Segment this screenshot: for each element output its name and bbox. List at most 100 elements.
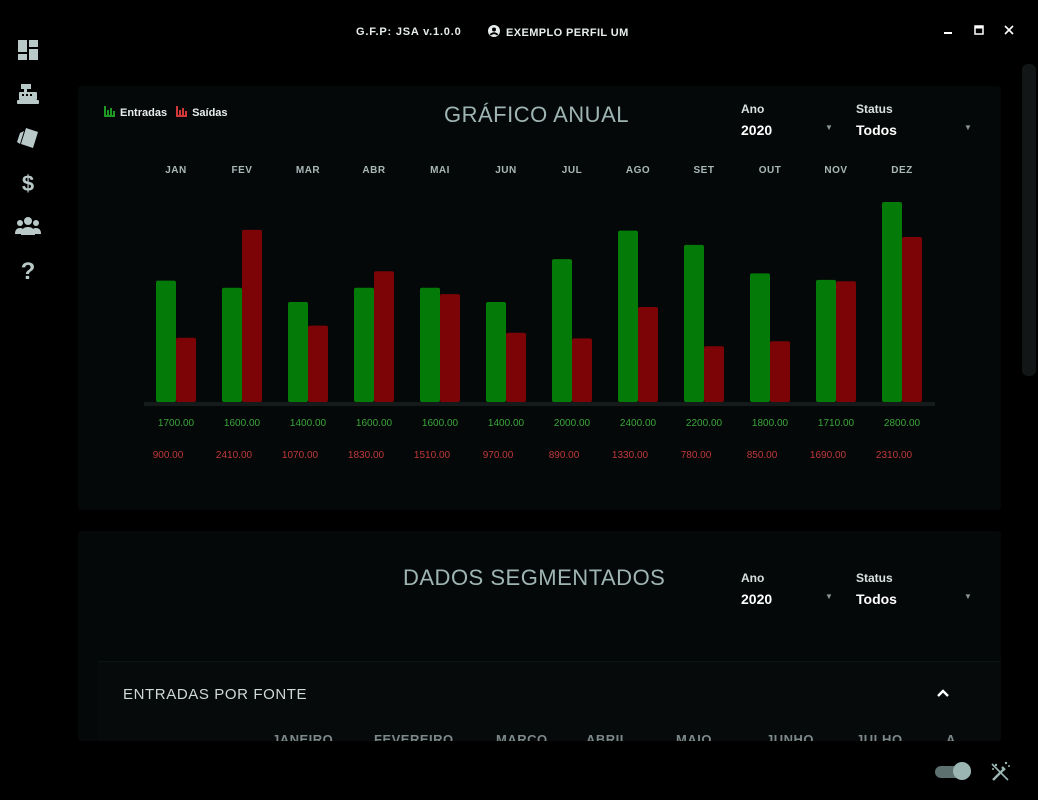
toggle-knob <box>953 762 971 780</box>
expense-value-label: 1510.00 <box>414 450 451 461</box>
column-header: JANEIRO <box>272 732 334 741</box>
income-bar <box>750 273 770 402</box>
income-value-label: 1800.00 <box>752 418 789 429</box>
maximize-button[interactable] <box>972 24 986 38</box>
segmented-year-label: Ano <box>741 571 765 585</box>
income-bar <box>618 230 638 402</box>
income-value-label: 2400.00 <box>620 418 657 429</box>
segmented-year-value: 2020 <box>741 591 773 607</box>
month-label: JUL <box>562 165 582 176</box>
question-icon: ? <box>20 258 36 285</box>
app-window: $ ? G.F.P: JSA v.1.0.0 EXEMPLO PERFIL UM <box>0 0 1038 800</box>
column-header: MAIO <box>676 732 712 741</box>
expense-value-label: 2310.00 <box>876 450 913 461</box>
column-header: MARÇO <box>496 732 548 741</box>
income-value-label: 2200.00 <box>686 418 723 429</box>
month-label: NOV <box>824 165 847 176</box>
income-bar <box>420 287 440 402</box>
income-value-label: 1600.00 <box>356 418 393 429</box>
expense-value-label: 780.00 <box>681 450 712 461</box>
month-label: AGO <box>626 165 650 176</box>
expense-bar <box>902 237 922 402</box>
income-bar <box>222 287 242 402</box>
month-label: MAI <box>430 165 450 176</box>
expense-bar <box>704 346 724 402</box>
expense-bar <box>242 229 262 402</box>
expense-value-label: 900.00 <box>153 450 184 461</box>
profile-menu[interactable]: EXEMPLO PERFIL UM <box>488 25 629 40</box>
sidebar-item-tags[interactable] <box>14 126 42 154</box>
tags-icon <box>16 127 40 154</box>
dark-mode-icon <box>988 761 1012 788</box>
expense-value-label: 1330.00 <box>612 450 649 461</box>
cash-register-icon <box>16 83 40 110</box>
column-header: FEVEREIRO <box>374 732 454 741</box>
income-bar <box>816 279 836 402</box>
expense-bar <box>176 337 196 402</box>
income-value-label: 2800.00 <box>884 418 921 429</box>
month-label: MAR <box>296 165 321 176</box>
minimize-button[interactable] <box>941 24 955 38</box>
month-label: JUN <box>495 165 517 176</box>
annual-chart-panel: Entradas Saídas GRÁFICO ANUAL Ano 2020 ▼… <box>78 86 1001 510</box>
column-header: ABRIL <box>586 732 629 741</box>
sidebar-item-users[interactable] <box>14 214 42 242</box>
income-value-label: 1710.00 <box>818 418 855 429</box>
user-circle-icon <box>488 25 500 40</box>
sidebar-item-cash-register[interactable] <box>14 82 42 110</box>
column-header: JUNHO <box>766 732 815 741</box>
expense-bar <box>374 271 394 402</box>
sidebar-item-help[interactable]: ? <box>14 258 42 286</box>
income-bar <box>156 280 176 402</box>
scrollbar[interactable] <box>1022 64 1036 376</box>
chevron-up-icon <box>936 687 950 704</box>
profile-name: EXEMPLO PERFIL UM <box>506 26 629 39</box>
expense-value-label: 970.00 <box>483 450 514 461</box>
dashboard-icon <box>17 39 39 66</box>
segmented-year-select[interactable]: Ano 2020 ▼ <box>741 571 861 607</box>
month-label: SET <box>694 165 715 176</box>
income-bar <box>552 259 572 402</box>
segmented-status-label: Status <box>856 571 893 585</box>
income-value-label: 2000.00 <box>554 418 591 429</box>
segmented-status-value: Todos <box>856 591 897 607</box>
income-value-label: 1400.00 <box>290 418 327 429</box>
income-by-source-card: ENTRADAS POR FONTE JANEIRO FEVEREIRO MAR… <box>98 661 1001 741</box>
theme-toggle[interactable] <box>934 760 974 782</box>
month-label: DEZ <box>891 165 913 176</box>
segmented-title: DADOS SEGMENTADOS <box>403 565 666 590</box>
expense-bar <box>836 281 856 402</box>
expense-value-label: 2410.00 <box>216 450 253 461</box>
sidebar-item-dashboard[interactable] <box>14 38 42 66</box>
collapse-button[interactable] <box>936 686 950 700</box>
expense-bar <box>770 341 790 402</box>
theme-mode-button[interactable] <box>988 760 1012 784</box>
expense-value-label: 890.00 <box>549 450 580 461</box>
sidebar-item-finance[interactable]: $ <box>14 170 42 198</box>
month-label: FEV <box>232 165 253 176</box>
minimize-icon <box>943 22 953 40</box>
maximize-icon <box>974 22 984 40</box>
close-icon <box>1004 22 1014 40</box>
dollar-icon: $ <box>21 171 35 196</box>
expense-bar <box>308 325 328 402</box>
users-icon <box>15 216 41 241</box>
caret-down-icon: ▼ <box>964 592 972 601</box>
month-label: OUT <box>759 165 782 176</box>
x-axis-baseline <box>144 402 935 406</box>
expense-value-label: 1070.00 <box>282 450 319 461</box>
expense-bar <box>638 307 658 402</box>
expense-bar <box>572 338 592 402</box>
income-value-label: 1700.00 <box>158 418 195 429</box>
expense-bar <box>440 294 460 402</box>
segmented-status-select[interactable]: Status Todos ▼ <box>856 571 976 607</box>
title-bar: G.F.P: JSA v.1.0.0 EXEMPLO PERFIL UM <box>0 24 1038 42</box>
close-button[interactable] <box>1002 24 1016 38</box>
income-bar <box>354 287 374 402</box>
caret-down-icon: ▼ <box>825 592 833 601</box>
income-bar <box>486 302 506 402</box>
expense-value-label: 850.00 <box>747 450 778 461</box>
month-label: JAN <box>165 165 187 176</box>
income-value-label: 1400.00 <box>488 418 525 429</box>
app-title: G.F.P: JSA v.1.0.0 <box>356 26 462 38</box>
